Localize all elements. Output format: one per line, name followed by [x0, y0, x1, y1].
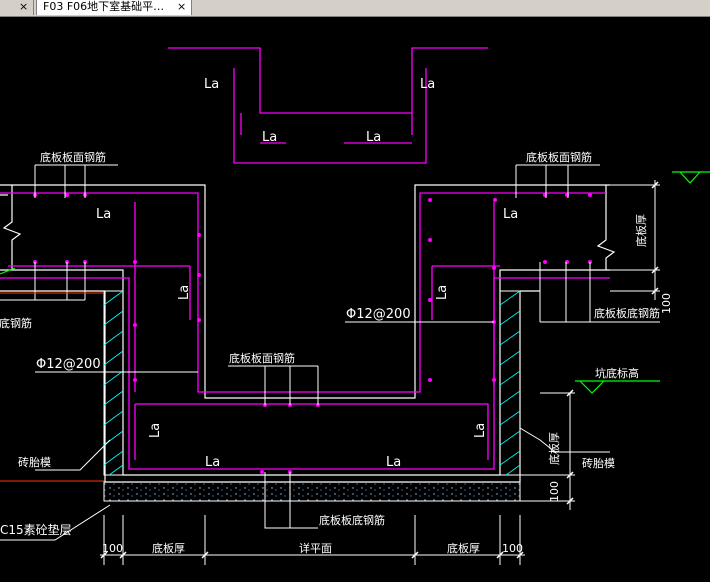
close-icon[interactable]: ×: [177, 0, 186, 14]
close-icon[interactable]: ×: [19, 0, 28, 14]
label-brick-mould-right: 砖胎模: [582, 456, 615, 470]
label-la: La: [435, 285, 450, 300]
label-la: La: [177, 285, 192, 300]
label-brick-mould-left: 砖胎模: [18, 455, 51, 469]
label-rebar-right: Φ12@200: [346, 307, 411, 322]
dim-100: 100: [548, 481, 561, 502]
brick-mould-left: [103, 290, 124, 476]
label-la: La: [386, 455, 401, 470]
label-pit-slab-thickness: 底板厚: [547, 432, 561, 465]
label-la: La: [503, 207, 518, 222]
label-center-top-bar: 底板板面钢筋: [229, 351, 295, 365]
tab-drawing-1[interactable]: [0, 0, 34, 15]
label-la: La: [262, 130, 277, 145]
concrete-cushion: [103, 481, 521, 502]
rebar-lines: [0, 47, 610, 470]
label-la: La: [205, 455, 220, 470]
label-la: La: [366, 130, 381, 145]
label-la: La: [96, 207, 111, 222]
label-top-bar-left: 底板板面钢筋: [40, 150, 106, 164]
label-center-bottom-bar: 底板板底钢筋: [319, 513, 385, 527]
tab-label: F03 F06地下室基础平…: [43, 0, 165, 13]
label-la: La: [473, 423, 488, 438]
label-rebar-left: Φ12@200: [36, 357, 101, 372]
concrete-outline: [0, 184, 610, 483]
tab-drawing-2[interactable]: F03 F06地下室基础平…: [36, 0, 192, 15]
label-slab-thickness: 底板厚: [634, 214, 648, 247]
label-bottom-bar-right: 底板板底钢筋: [594, 306, 660, 320]
tab-bar: × F03 F06地下室基础平… ×: [0, 0, 710, 17]
elevation-mark-icon: [0, 171, 710, 394]
rebar-dots: [33, 193, 592, 474]
brick-mould-right: [499, 290, 521, 476]
cad-drawing-canvas[interactable]: La La La La La La La La La La La La 底板板面…: [0, 16, 710, 582]
dim-slab-thickness: 底板厚: [447, 541, 480, 555]
dim-100: 100: [502, 542, 523, 555]
label-la: La: [420, 77, 435, 92]
break-line: [2, 185, 616, 270]
label-la: La: [148, 423, 163, 438]
label-pit-bottom-elev: 坑底标高: [595, 366, 639, 380]
dim-slab-thickness: 底板厚: [152, 541, 185, 555]
dim-see-plan: 详平面: [299, 541, 332, 555]
label-cushion: C15素砼垫层: [0, 522, 72, 537]
dim-100: 100: [102, 542, 123, 555]
dim-ticks: [100, 181, 659, 559]
label-top-bar-right: 底板板面钢筋: [526, 150, 592, 164]
label-la: La: [204, 77, 219, 92]
dim-100: 100: [660, 293, 673, 314]
label-bottom-bar-left: 底板板底钢筋: [0, 316, 32, 330]
